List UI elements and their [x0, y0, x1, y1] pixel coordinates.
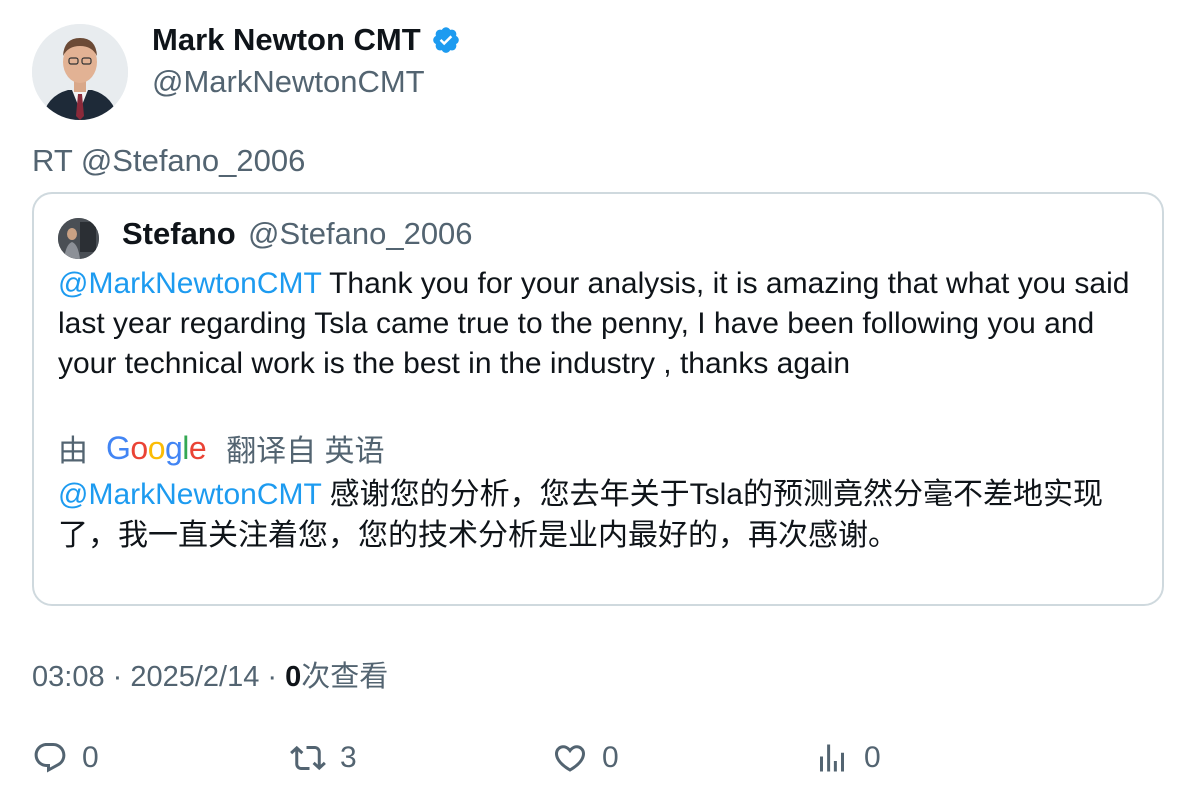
retweet-button[interactable]: 3 [290, 740, 357, 776]
views-button[interactable]: 0 [814, 740, 881, 776]
quoted-author-name[interactable]: Stefano [122, 216, 236, 252]
translated-text: @MarkNewtonCMT 感谢您的分析，您去年关于Tsla的预测竟然分毫不差… [58, 474, 1148, 556]
meta-separator: · [104, 661, 131, 693]
retweet-icon [290, 745, 326, 771]
tweet-meta: 03:08 · 2025/2/14 · 0次查看 [32, 653, 388, 695]
reply-button[interactable]: 0 [32, 740, 99, 776]
heart-icon [554, 745, 586, 772]
google-logo-icon: Google [106, 429, 207, 466]
views-count: 0 [285, 661, 302, 693]
analytics-icon [820, 744, 844, 772]
mention-link[interactable]: @MarkNewtonCMT [58, 267, 321, 300]
views-label: 次查看 [301, 661, 389, 693]
author-name-text[interactable]: Mark Newton CMT [152, 22, 421, 58]
tweet-text: RT @Stefano_2006 [32, 143, 306, 178]
quoted-author-avatar[interactable] [58, 218, 99, 259]
translated-mention-link[interactable]: @MarkNewtonCMT [58, 478, 321, 511]
quoted-tweet-text: @MarkNewtonCMT Thank you for your analys… [58, 264, 1148, 384]
tweet-date[interactable]: 2025/2/14 [130, 661, 259, 693]
translate-prefix: 由 [58, 435, 88, 468]
tweet-time[interactable]: 03:08 [32, 661, 105, 693]
quoted-tweet-card[interactable]: Stefano @Stefano_2006 @MarkNewtonCMT Tha… [32, 192, 1164, 606]
translate-suffix: 翻译自 英语 [226, 435, 385, 468]
like-count: 0 [602, 741, 619, 774]
like-button[interactable]: 0 [552, 740, 619, 776]
author-avatar[interactable] [32, 24, 128, 120]
reply-count: 0 [82, 741, 99, 774]
meta-separator: · [259, 661, 286, 693]
verified-badge-icon [432, 27, 459, 53]
views-action-count: 0 [864, 741, 881, 774]
quoted-author-handle[interactable]: @Stefano_2006 [248, 216, 473, 252]
author-handle[interactable]: @MarkNewtonCMT [152, 64, 425, 100]
retweet-count: 3 [340, 741, 357, 774]
author-name[interactable]: Mark Newton CMT [152, 22, 461, 58]
action-bar: 0 3 0 0 [32, 740, 1172, 784]
translation-attribution: 由 Google 翻译自 英语 [58, 426, 385, 470]
reply-icon [34, 743, 66, 773]
